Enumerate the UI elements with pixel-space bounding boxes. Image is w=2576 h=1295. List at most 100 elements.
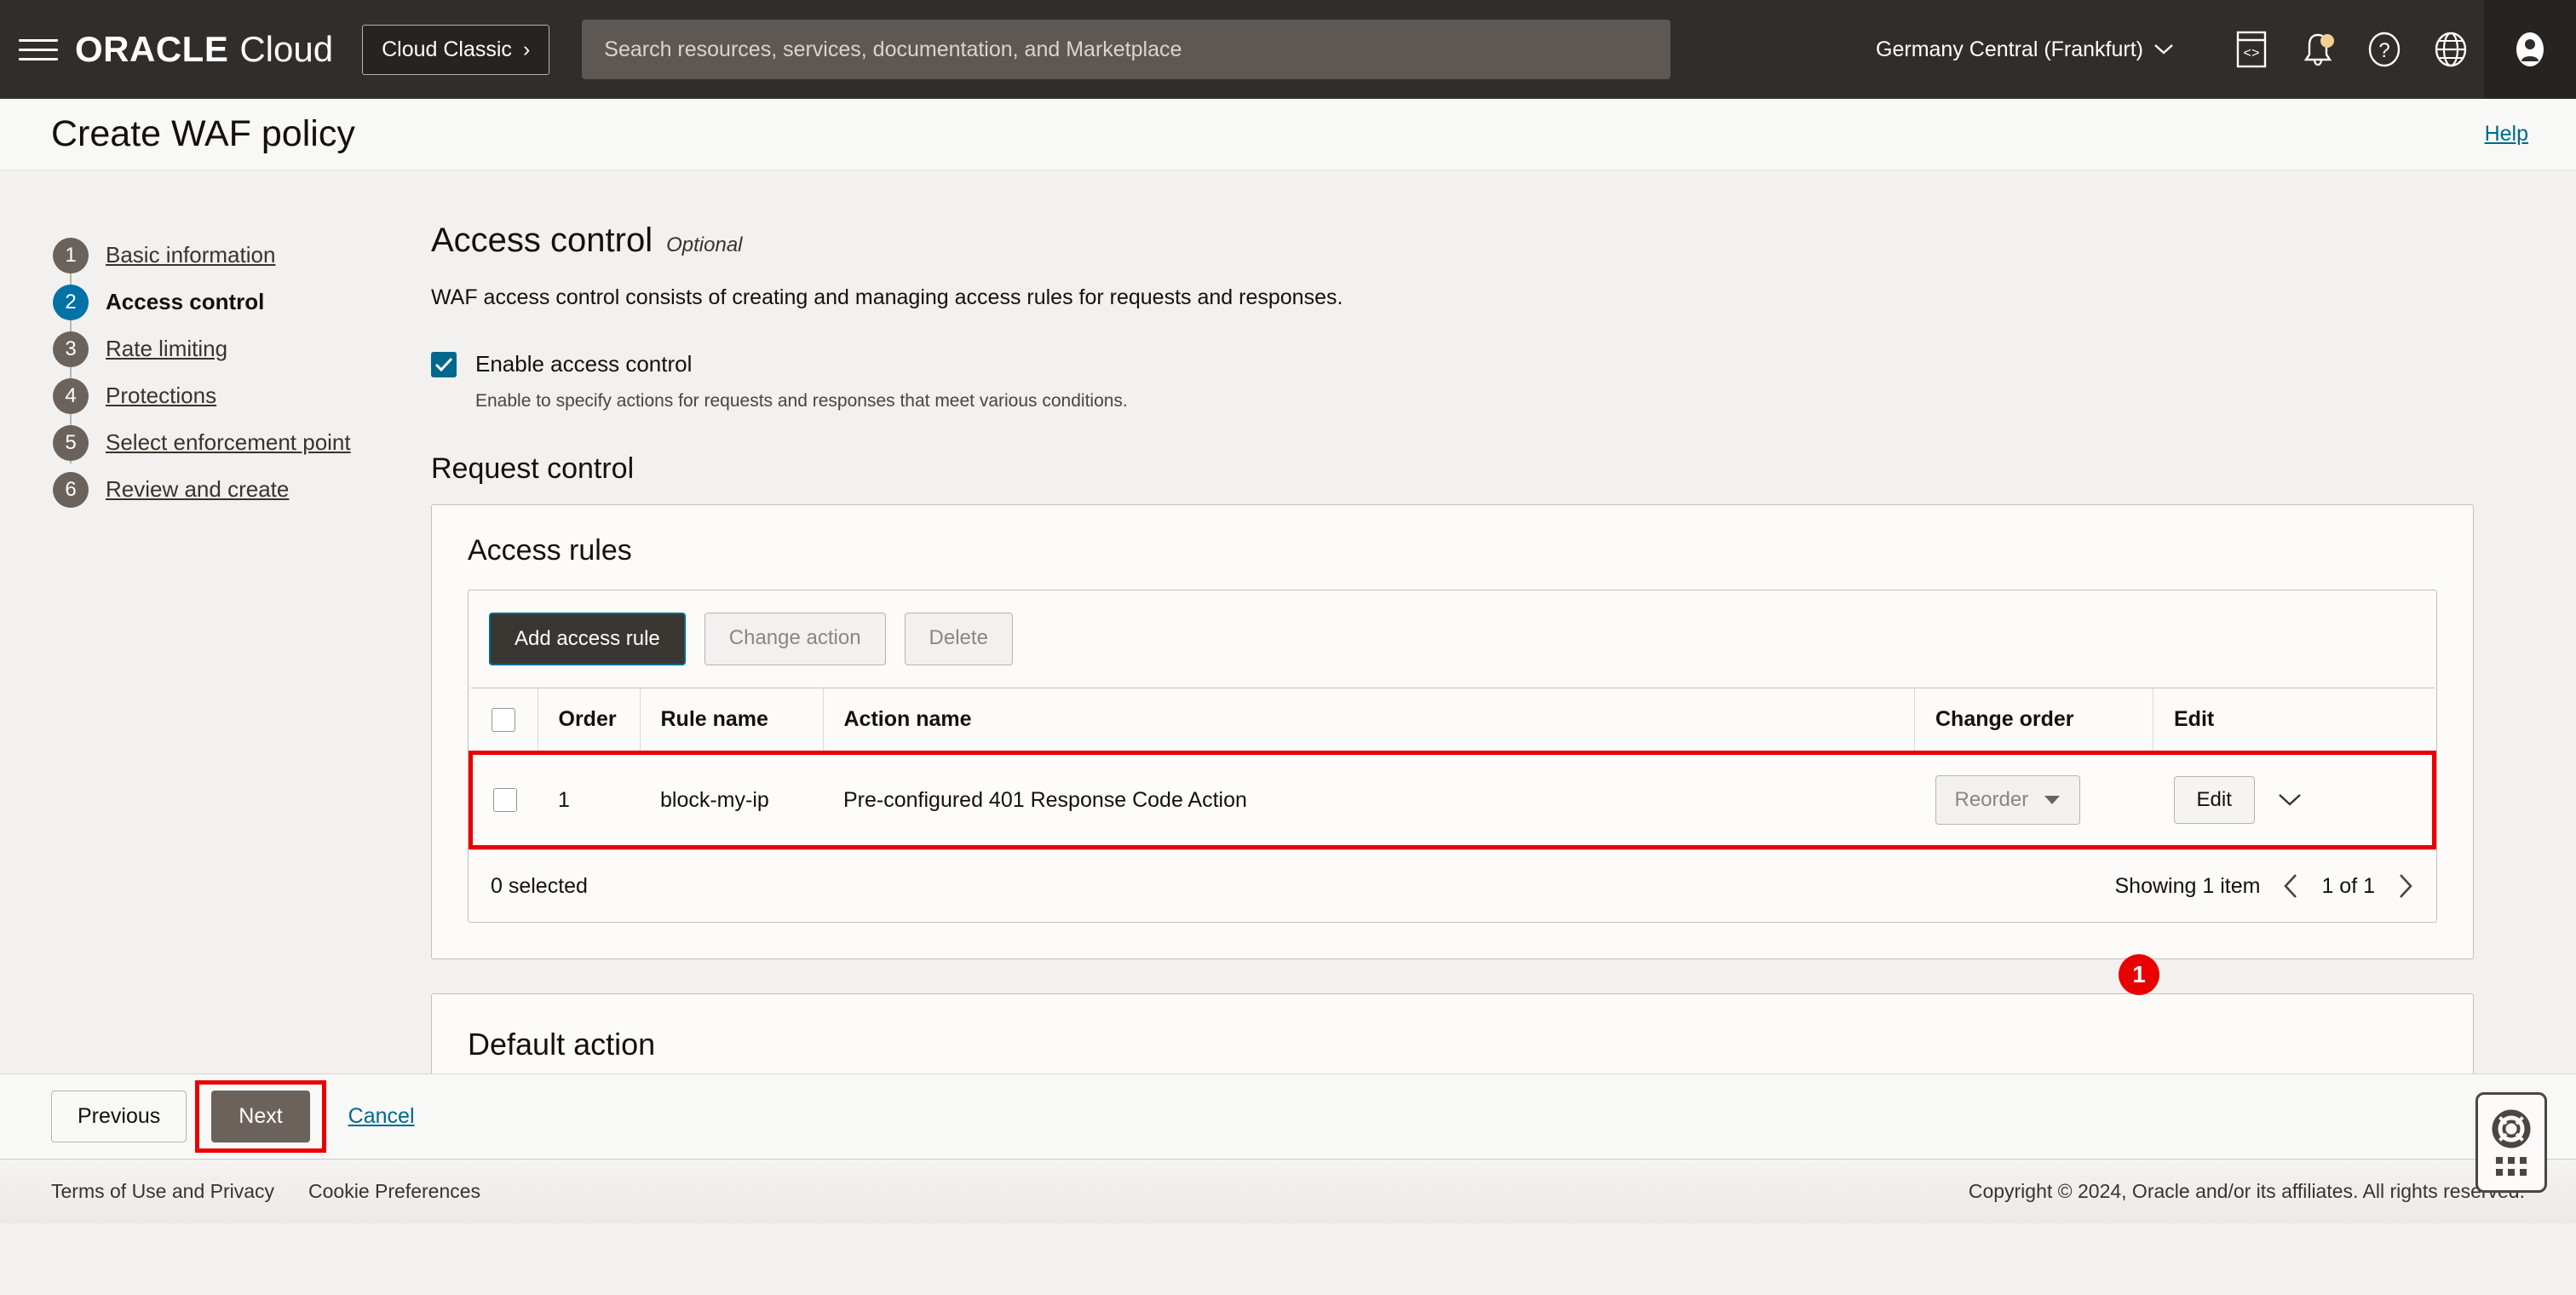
chevron-down-icon: [2277, 792, 2303, 808]
sidebar-step-label[interactable]: Review and create: [106, 476, 289, 503]
enable-access-control-row[interactable]: Enable access control: [431, 351, 2474, 377]
enable-access-control-label[interactable]: Enable access control: [475, 351, 692, 377]
step-number-badge: 1: [53, 238, 89, 273]
reorder-dropdown[interactable]: Reorder: [1935, 775, 2081, 825]
table-row[interactable]: 1 block-my-ip Pre-configured 401 Respons…: [471, 753, 2435, 848]
section-heading-row: Access control Optional: [431, 222, 2474, 260]
chevron-right-icon: ›: [523, 39, 530, 60]
select-all-checkbox[interactable]: [492, 708, 515, 732]
sidebar-step-select-enforcement-point[interactable]: 5 Select enforcement point: [53, 419, 426, 466]
cloud-shell-button[interactable]: <>: [2218, 0, 2285, 99]
oracle-cloud-logo[interactable]: ORACLE Cloud: [75, 29, 333, 70]
checkmark-icon: [434, 357, 453, 372]
default-action-description: You indicate how access rules should han…: [432, 1062, 2473, 1073]
section-optional-tag: Optional: [666, 233, 742, 257]
svg-text:?: ?: [2378, 39, 2389, 62]
cancel-link[interactable]: Cancel: [348, 1104, 415, 1129]
wizard-steps-sidebar: 1 Basic information 2 Access control 3 R…: [0, 170, 426, 1073]
search-input[interactable]: [604, 37, 1648, 62]
cloud-classic-label: Cloud Classic: [382, 37, 512, 62]
delete-button[interactable]: Delete: [905, 613, 1013, 665]
next-button[interactable]: Next: [211, 1091, 309, 1142]
region-selector[interactable]: Germany Central (Frankfurt): [1876, 37, 2174, 62]
row-select-checkbox[interactable]: [493, 788, 517, 812]
default-action-card: Default action You indicate how access r…: [431, 993, 2474, 1073]
chevron-down-icon: [2153, 43, 2174, 55]
life-preserver-icon: [2492, 1109, 2531, 1148]
step-number-badge: 5: [53, 425, 89, 461]
hamburger-menu-icon[interactable]: [19, 30, 58, 69]
section-description: WAF access control consists of creating …: [431, 285, 2474, 310]
cloud-shell-icon: <>: [2235, 30, 2268, 69]
oracle-wordmark: ORACLE: [75, 29, 228, 70]
copyright-text: Copyright © 2024, Oracle and/or its affi…: [1969, 1180, 2525, 1203]
step-number-badge: 2: [53, 285, 89, 320]
cell-action-name: Pre-configured 401 Response Code Action: [823, 753, 1915, 848]
sidebar-step-label[interactable]: Select enforcement point: [106, 429, 351, 456]
previous-button[interactable]: Previous: [51, 1091, 187, 1142]
table-footer: 0 selected Showing 1 item 1 of 1: [469, 849, 2436, 922]
sidebar-step-label[interactable]: Protections: [106, 383, 216, 409]
user-avatar-icon: [2513, 29, 2547, 70]
cell-change-order: Reorder: [1915, 753, 2153, 848]
step-number-badge: 4: [53, 378, 89, 414]
cloud-classic-button[interactable]: Cloud Classic ›: [362, 25, 549, 75]
column-header-change-order: Change order: [1915, 688, 2153, 753]
main-content: Access control Optional WAF access contr…: [426, 170, 2576, 1073]
notifications-button[interactable]: [2285, 0, 2351, 99]
cookie-preferences-link[interactable]: Cookie Preferences: [308, 1180, 480, 1203]
language-button[interactable]: [2418, 0, 2484, 99]
access-rules-table: Order Rule name Action name Change order…: [469, 688, 2436, 849]
showing-items-text: Showing 1 item: [2115, 874, 2261, 899]
previous-page-button[interactable]: [2282, 872, 2299, 900]
page-footer: Terms of Use and Privacy Cookie Preferen…: [0, 1159, 2576, 1223]
enable-access-control-checkbox[interactable]: [431, 352, 457, 377]
sidebar-step-protections[interactable]: 4 Protections: [53, 372, 426, 419]
table-header: Order Rule name Action name Change order…: [471, 688, 2435, 753]
reorder-label: Reorder: [1955, 788, 2029, 812]
table-body: 1 block-my-ip Pre-configured 401 Respons…: [471, 753, 2435, 848]
sidebar-step-label: Access control: [106, 289, 264, 315]
help-button[interactable]: ?: [2351, 0, 2418, 99]
next-page-button[interactable]: [2397, 872, 2414, 900]
row-actions-menu-button[interactable]: [2277, 792, 2303, 808]
language-globe-icon: [2433, 30, 2469, 69]
column-header-edit: Edit: [2153, 688, 2435, 753]
sidebar-step-label[interactable]: Rate limiting: [106, 336, 227, 362]
global-search-box[interactable]: [582, 20, 1670, 79]
edit-actions-group: Edit: [2174, 776, 2412, 824]
access-rules-toolbar: Add access rule Change action Delete: [469, 590, 2436, 688]
section-title: Access control: [431, 222, 653, 260]
sidebar-step-label[interactable]: Basic information: [106, 242, 275, 268]
access-rules-table-container: Add access rule Change action Delete Ord…: [468, 590, 2437, 923]
row-select-cell: [471, 753, 538, 848]
cloud-wordmark: Cloud: [239, 29, 333, 70]
wizard-action-bar: Previous Next Cancel 2: [0, 1073, 2576, 1159]
sidebar-step-access-control: 2 Access control: [53, 279, 426, 325]
step-number-badge: 3: [53, 331, 89, 367]
annotation-badge-1: 1: [2119, 954, 2159, 995]
terms-of-use-link[interactable]: Terms of Use and Privacy: [51, 1180, 274, 1203]
top-navigation-bar: ORACLE Cloud Cloud Classic › Germany Cen…: [0, 0, 2576, 99]
access-rules-card: Access rules Add access rule Change acti…: [431, 504, 2474, 959]
cell-order: 1: [538, 753, 640, 848]
enable-access-control-helptext: Enable to specify actions for requests a…: [475, 391, 2474, 412]
help-link[interactable]: Help: [2485, 122, 2528, 147]
column-header-order: Order: [538, 688, 640, 753]
access-rules-title: Access rules: [432, 505, 2473, 590]
chevron-left-icon: [2282, 872, 2299, 900]
svg-text:<>: <>: [2243, 46, 2259, 61]
change-action-button[interactable]: Change action: [704, 613, 886, 665]
step-number-badge: 6: [53, 472, 89, 508]
sidebar-step-review-and-create[interactable]: 6 Review and create: [53, 466, 426, 513]
page-title: Create WAF policy: [51, 113, 355, 155]
widget-dots-grid-icon: [2496, 1157, 2527, 1176]
add-access-rule-button[interactable]: Add access rule: [489, 613, 686, 665]
edit-button[interactable]: Edit: [2174, 776, 2255, 824]
user-profile-button[interactable]: [2484, 0, 2576, 99]
sidebar-step-basic-information[interactable]: 1 Basic information: [53, 232, 426, 279]
sidebar-step-rate-limiting[interactable]: 3 Rate limiting: [53, 325, 426, 372]
support-widget-button[interactable]: [2475, 1092, 2547, 1193]
default-action-title: Default action: [432, 994, 2473, 1062]
table-header-row: Order Rule name Action name Change order…: [471, 688, 2435, 753]
